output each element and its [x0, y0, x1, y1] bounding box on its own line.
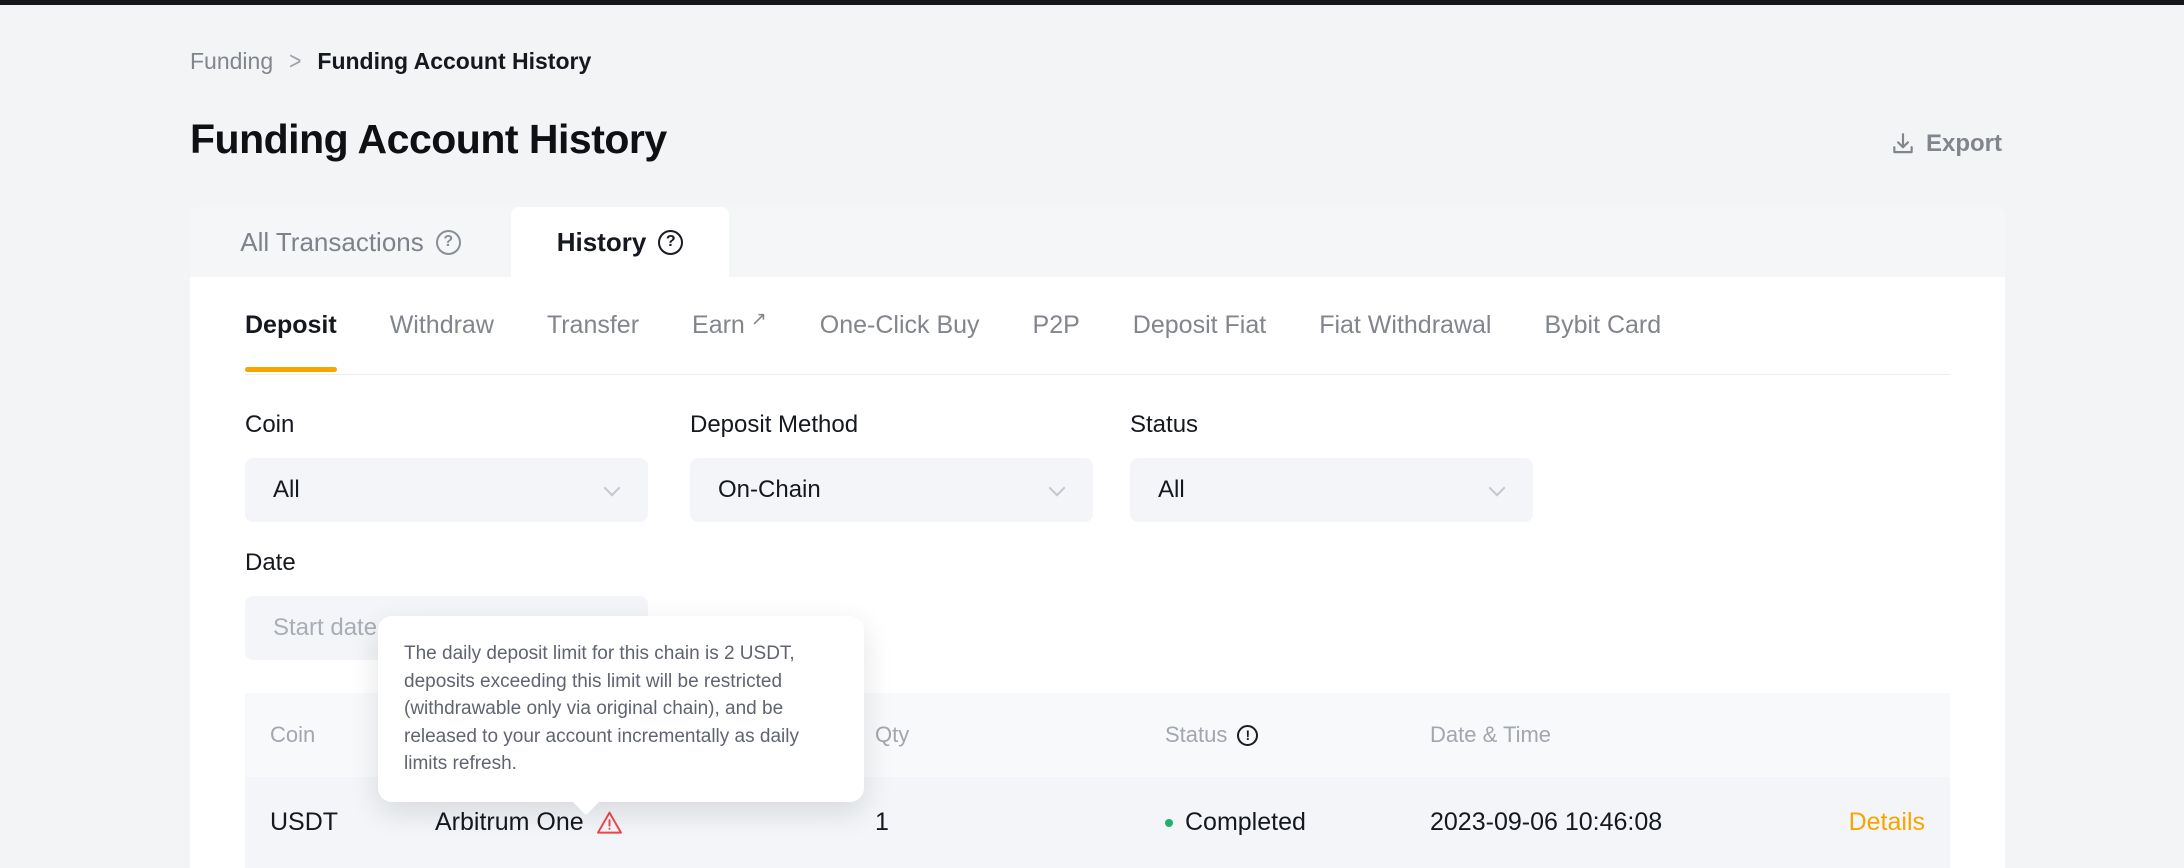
details-link[interactable]: Details — [1849, 777, 1925, 868]
breadcrumb: Funding > Funding Account History — [190, 48, 591, 75]
subtab-label: P2P — [1033, 311, 1080, 340]
tab-history[interactable]: History ? — [511, 207, 729, 277]
tab-label: All Transactions — [240, 227, 424, 258]
warning-icon[interactable] — [596, 810, 623, 835]
breadcrumb-funding-link[interactable]: Funding — [190, 48, 273, 75]
export-button[interactable]: Export — [1890, 130, 2002, 158]
external-link-icon: ↗ — [751, 308, 767, 331]
status-filter-label: Status — [1130, 411, 1198, 439]
cell-coin: USDT — [270, 777, 338, 868]
start-date-placeholder: Start date — [273, 614, 377, 642]
column-header-qty: Qty — [875, 693, 909, 777]
page-title: Funding Account History — [190, 116, 667, 163]
subtab-earn[interactable]: Earn ↗ — [692, 277, 767, 374]
subtab-deposit[interactable]: Deposit — [245, 277, 337, 374]
export-label: Export — [1926, 130, 2002, 158]
column-header-status: Status ! — [1165, 693, 1258, 777]
cell-qty: 1 — [875, 777, 889, 868]
tab-label: History — [557, 227, 647, 258]
subtab-label: Transfer — [547, 311, 639, 340]
column-header-coin: Coin — [270, 693, 315, 777]
tab-all-transactions[interactable]: All Transactions ? — [190, 207, 511, 277]
coin-select[interactable]: All — [245, 458, 648, 522]
date-filter-label: Date — [245, 549, 296, 577]
tab-bar: All Transactions ? History ? — [190, 207, 2005, 277]
deposit-limit-tooltip: The daily deposit limit for this chain i… — [378, 616, 864, 802]
breadcrumb-separator-icon: > — [289, 47, 301, 77]
subtab-divider — [245, 374, 1950, 375]
breadcrumb-current: Funding Account History — [317, 48, 591, 75]
column-header-status-label: Status — [1165, 722, 1227, 748]
subtab-label: Bybit Card — [1544, 311, 1661, 340]
subtab-one-click-buy[interactable]: One-Click Buy — [820, 277, 980, 374]
subtab-label: Earn — [692, 311, 745, 340]
download-icon — [1890, 131, 1916, 157]
tooltip-text: The daily deposit limit for this chain i… — [404, 640, 838, 778]
subtab-p2p[interactable]: P2P — [1033, 277, 1080, 374]
coin-select-value: All — [273, 476, 300, 504]
column-header-datetime: Date & Time — [1430, 693, 1551, 777]
subtab-label: Withdraw — [390, 311, 494, 340]
subtab-deposit-fiat[interactable]: Deposit Fiat — [1133, 277, 1266, 374]
chevron-down-icon — [1489, 480, 1506, 497]
cell-status: Completed — [1165, 777, 1306, 868]
subtab-label: One-Click Buy — [820, 311, 980, 340]
cell-datetime: 2023-09-06 10:46:08 — [1430, 777, 1662, 868]
deposit-method-select-value: On-Chain — [718, 476, 821, 504]
status-select-value: All — [1158, 476, 1185, 504]
deposit-method-select[interactable]: On-Chain — [690, 458, 1093, 522]
help-icon[interactable]: ? — [436, 230, 461, 255]
chain-name: Arbitrum One — [435, 808, 584, 837]
subtab-label: Fiat Withdrawal — [1319, 311, 1491, 340]
subtab-label: Deposit Fiat — [1133, 311, 1266, 340]
subtab-bybit-card[interactable]: Bybit Card — [1544, 277, 1661, 374]
subtab-transfer[interactable]: Transfer — [547, 277, 639, 374]
status-label: Completed — [1185, 808, 1306, 837]
subtab-bar: Deposit Withdraw Transfer Earn ↗ One-Cli… — [245, 277, 1661, 374]
deposit-method-filter-label: Deposit Method — [690, 411, 858, 439]
chevron-down-icon — [604, 480, 621, 497]
status-dot — [1165, 819, 1173, 827]
coin-filter-label: Coin — [245, 411, 294, 439]
subtab-withdraw[interactable]: Withdraw — [390, 277, 494, 374]
chevron-down-icon — [1049, 480, 1066, 497]
subtab-fiat-withdrawal[interactable]: Fiat Withdrawal — [1319, 277, 1491, 374]
top-navbar-edge — [0, 0, 2184, 5]
help-icon[interactable]: ? — [658, 230, 683, 255]
status-select[interactable]: All — [1130, 458, 1533, 522]
subtab-label: Deposit — [245, 311, 337, 340]
funding-history-page: Funding > Funding Account History Fundin… — [0, 0, 2184, 868]
info-icon[interactable]: ! — [1237, 725, 1258, 746]
